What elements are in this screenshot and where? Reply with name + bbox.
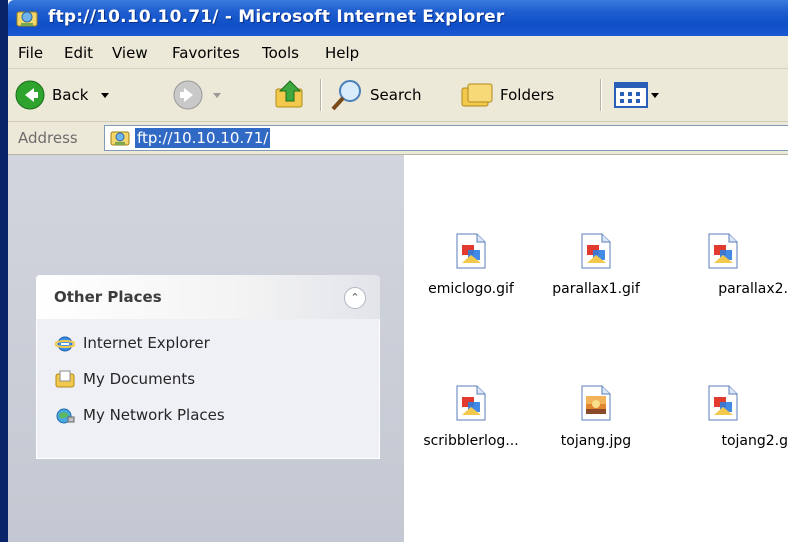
title-bar[interactable]: ftp://10.10.10.71/ - Microsoft Internet … <box>8 0 788 36</box>
address-value: ftp://10.10.10.71/ <box>135 128 271 148</box>
forward-dropdown-icon[interactable] <box>210 90 224 100</box>
gif-image-icon <box>456 385 486 421</box>
toolbar-separator <box>600 79 602 111</box>
forward-button[interactable] <box>172 77 224 113</box>
menu-help[interactable]: Help <box>325 44 359 62</box>
back-dropdown-icon[interactable] <box>98 90 112 100</box>
address-label: Address <box>18 129 78 147</box>
folders-button[interactable]: Folders <box>460 77 554 113</box>
menu-tools[interactable]: Tools <box>262 44 299 62</box>
place-label: Internet Explorer <box>83 334 210 352</box>
up-folder-button[interactable] <box>274 77 306 113</box>
toolbar-separator <box>320 79 322 111</box>
place-my-network-places[interactable]: My Network Places <box>55 403 225 427</box>
file-item[interactable]: tojang.jpg <box>531 385 661 449</box>
file-item[interactable]: scribblerlog... <box>406 385 536 449</box>
file-item[interactable]: parallax2. <box>658 233 788 297</box>
forward-arrow-icon <box>173 80 203 110</box>
menu-file[interactable]: File <box>18 44 43 62</box>
other-places-title: Other Places <box>54 288 162 306</box>
ftp-folder-icon <box>16 11 38 27</box>
views-button[interactable] <box>614 77 660 113</box>
file-name: tojang.jpg <box>560 433 632 449</box>
gif-image-icon <box>456 233 486 269</box>
ftp-folder-icon <box>110 131 130 146</box>
file-item[interactable]: emiclogo.gif <box>406 233 536 297</box>
place-my-documents[interactable]: My Documents <box>55 367 195 391</box>
file-name: tojang2.g <box>721 433 788 449</box>
window-frame-edge <box>0 0 8 542</box>
folders-label: Folders <box>500 86 555 104</box>
file-name: parallax2. <box>718 281 788 297</box>
other-places-panel: Other Places ⌃ Internet Explorer My Docu… <box>36 275 380 459</box>
file-name: emiclogo.gif <box>428 281 514 297</box>
network-places-icon <box>56 408 75 424</box>
search-magnifier-icon <box>331 80 361 111</box>
menu-favorites[interactable]: Favorites <box>172 44 240 62</box>
back-button[interactable]: Back <box>14 77 112 113</box>
menu-view[interactable]: View <box>112 44 148 62</box>
file-item[interactable]: tojang2.g <box>658 385 788 449</box>
gif-image-icon <box>708 385 738 421</box>
window-title: ftp://10.10.10.71/ - Microsoft Internet … <box>48 7 505 27</box>
gif-image-icon <box>708 233 738 269</box>
menu-bar: File Edit View Favorites Tools Help <box>8 36 788 69</box>
standard-toolbar: Back Search Folders <box>8 69 788 122</box>
other-places-header[interactable]: Other Places ⌃ <box>36 275 380 319</box>
task-pane: Other Places ⌃ Internet Explorer My Docu… <box>8 155 404 542</box>
gif-image-icon <box>581 233 611 269</box>
file-list: emiclogo.gif parallax1.gif parallax2. sc… <box>406 155 788 542</box>
place-label: My Documents <box>83 370 196 388</box>
place-internet-explorer[interactable]: Internet Explorer <box>55 331 210 355</box>
address-input[interactable]: ftp://10.10.10.71/ <box>104 125 788 151</box>
views-grid-icon <box>614 82 648 108</box>
address-bar: Address ftp://10.10.10.71/ <box>8 122 788 155</box>
folders-icon <box>461 83 493 107</box>
other-places-list: Internet Explorer My Documents My Networ… <box>36 319 380 459</box>
collapse-chevron-icon[interactable]: ⌃ <box>344 287 366 309</box>
my-documents-folder-icon <box>55 370 75 388</box>
up-folder-icon <box>275 80 303 108</box>
file-name: parallax1.gif <box>552 281 640 297</box>
back-label: Back <box>52 86 89 104</box>
file-name: scribblerlog... <box>423 433 519 449</box>
file-item[interactable]: parallax1.gif <box>531 233 661 297</box>
place-label: My Network Places <box>83 406 225 424</box>
back-arrow-icon <box>15 80 45 110</box>
jpg-image-icon <box>581 385 611 421</box>
menu-edit[interactable]: Edit <box>64 44 93 62</box>
search-button[interactable]: Search <box>330 77 422 113</box>
views-dropdown-icon[interactable] <box>650 90 660 100</box>
internet-explorer-icon <box>55 336 75 352</box>
search-label: Search <box>370 86 422 104</box>
